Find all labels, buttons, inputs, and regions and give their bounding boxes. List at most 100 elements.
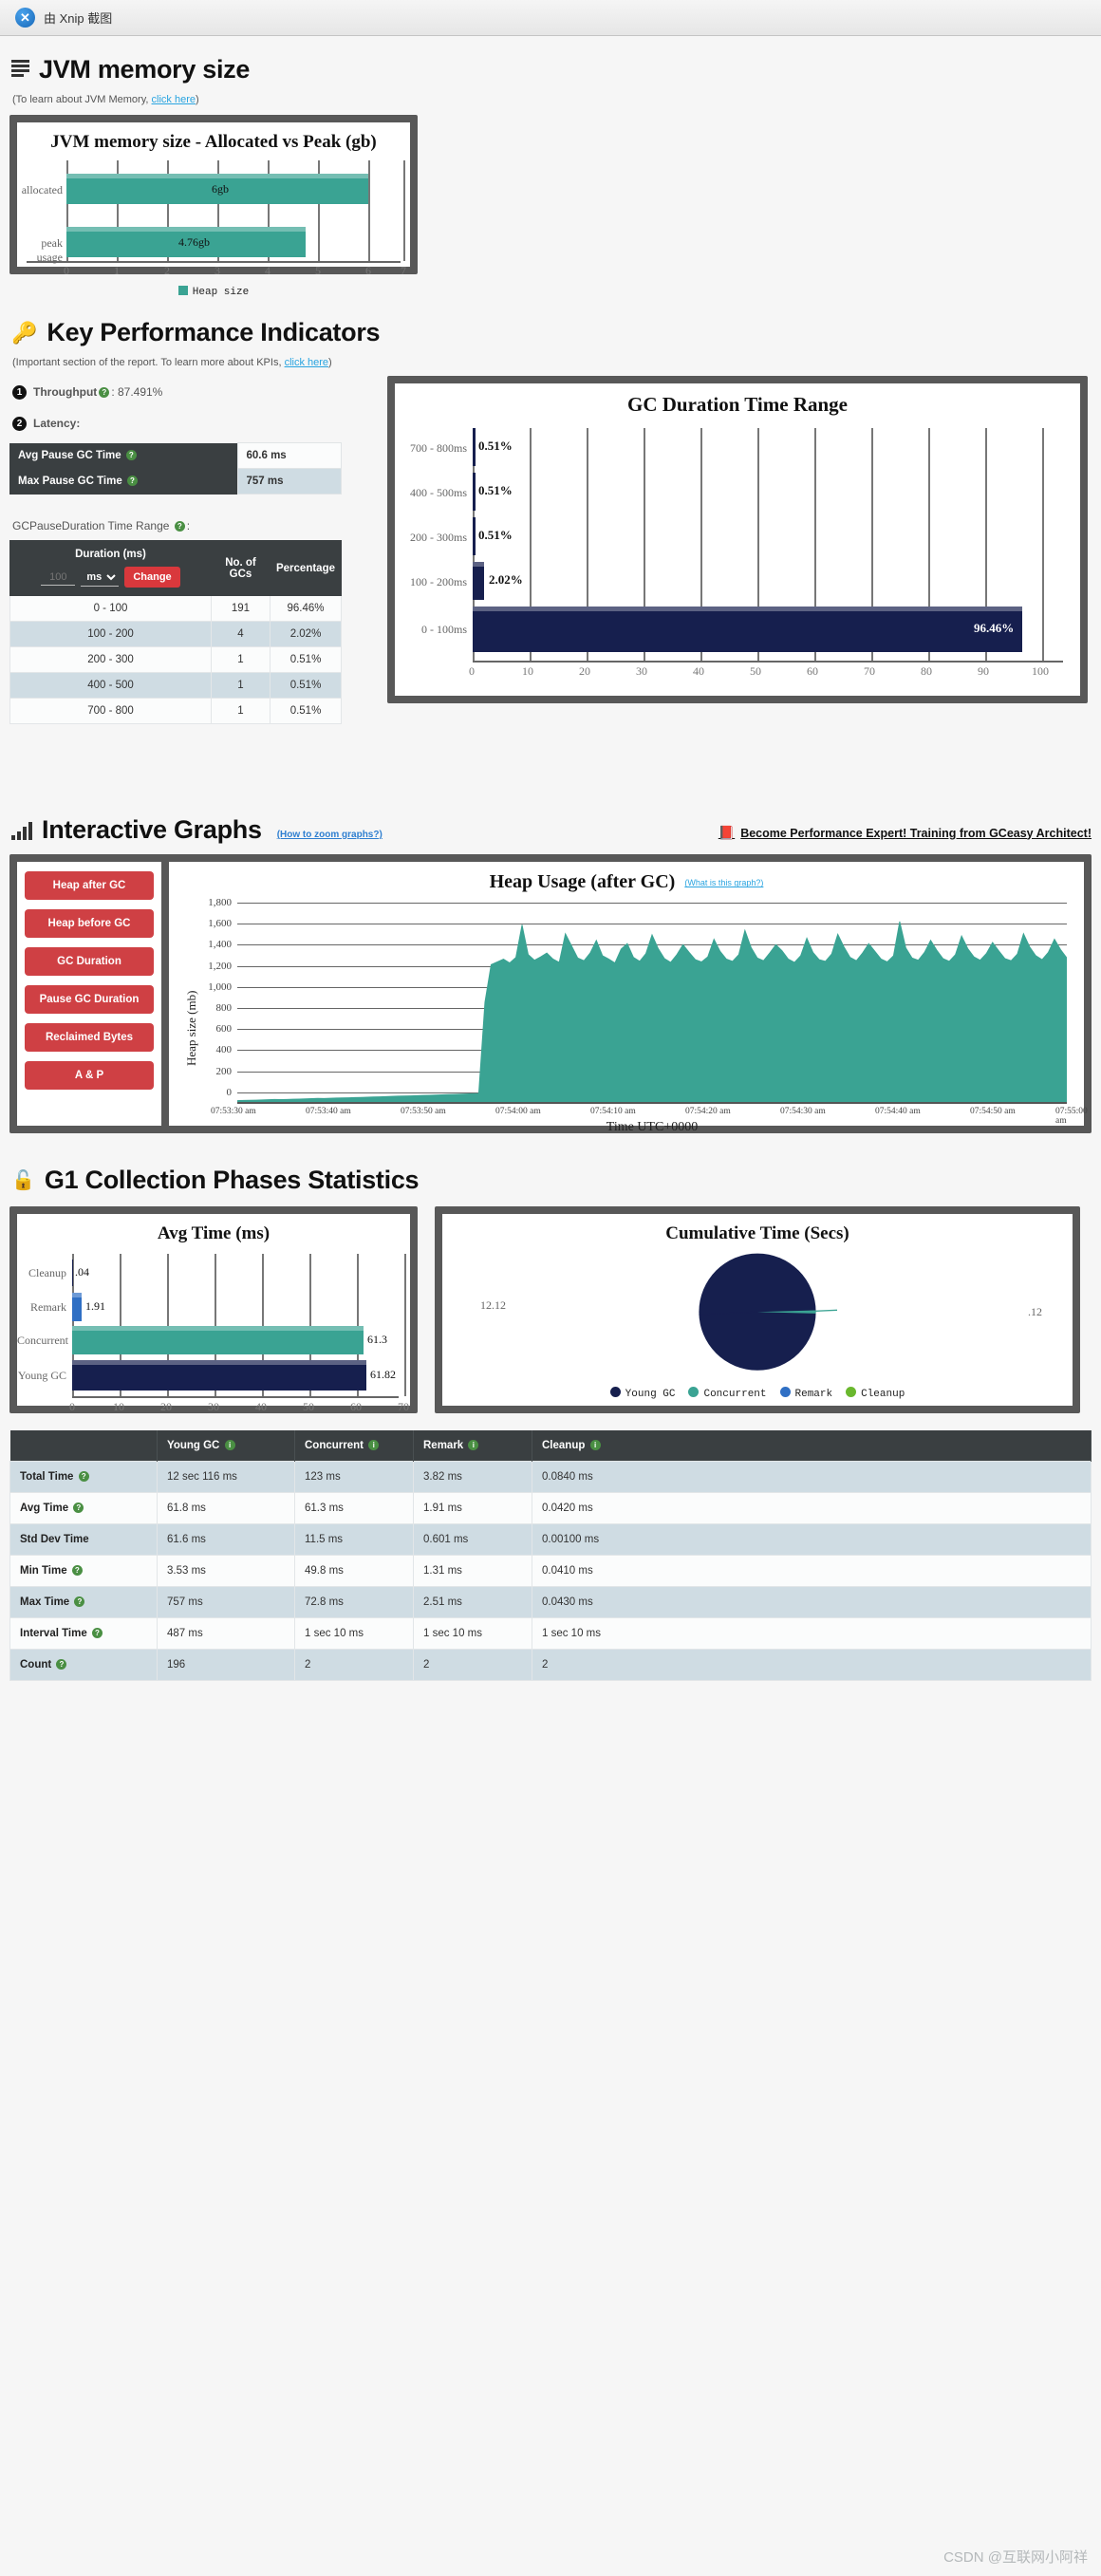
unlock-icon: 🔓 xyxy=(11,1170,35,1191)
max-time-help-icon[interactable]: ? xyxy=(74,1596,85,1607)
bar-400-500 xyxy=(473,473,476,511)
what-is-this-graph-link[interactable]: (What is this graph?) xyxy=(684,878,763,887)
interactive-graphs-heading: Interactive Graphs (How to zoom graphs?) xyxy=(11,815,383,845)
total-time-concurrent: 123 ms xyxy=(294,1461,414,1493)
val-200-300: 0.51% xyxy=(478,528,513,542)
row-std-dev-time-label: Std Dev Time xyxy=(9,1523,158,1556)
max-pause-gc-time-value: 757 ms xyxy=(236,468,342,495)
cat-young-gc: Young GC xyxy=(17,1369,66,1382)
max-time-text: Max Time xyxy=(20,1596,70,1608)
gc-xtick-20: 20 xyxy=(579,664,590,678)
throughput-help-icon[interactable]: ? xyxy=(99,387,110,398)
gc-xtick-70: 70 xyxy=(864,664,875,678)
interactive-graphs-title: Interactive Graphs xyxy=(42,815,262,844)
heap-after-gc-button[interactable]: Heap after GC xyxy=(25,871,154,900)
duration-input[interactable] xyxy=(41,569,76,586)
avg-time-young-gc: 61.8 ms xyxy=(157,1492,295,1524)
bar-young-gc xyxy=(72,1360,366,1391)
gcpause-duration-table: Duration (ms) ms Change No. of GCs Perce… xyxy=(9,540,343,724)
val-concurrent: 61.3 xyxy=(367,1333,387,1346)
min-time-help-icon[interactable]: ? xyxy=(71,1565,83,1576)
gcpd-range-2: 200 - 300 xyxy=(9,646,212,673)
gcpd-help-icon[interactable]: ? xyxy=(174,521,185,532)
a-and-p-button[interactable]: A & P xyxy=(25,1061,154,1090)
jvm-note-prefix: (To learn about JVM Memory, xyxy=(12,94,149,105)
avg-time-concurrent: 61.3 ms xyxy=(294,1492,414,1524)
g1-xtick-60: 60 xyxy=(350,1400,362,1413)
bar-allocated-value: 6gb xyxy=(212,182,229,196)
avg-pause-help-icon[interactable]: ? xyxy=(125,450,137,460)
avg-time-help-icon[interactable]: ? xyxy=(73,1503,84,1513)
table-row: Max Pause GC Time ? 757 ms xyxy=(9,468,342,495)
heap-xtick-8: 07:54:50 am xyxy=(970,1107,1016,1116)
change-button[interactable]: Change xyxy=(124,567,180,588)
total-time-help-icon[interactable]: ? xyxy=(78,1471,89,1482)
interval-time-concurrent: 1 sec 10 ms xyxy=(294,1617,414,1650)
table-row: Interval Time ? 487 ms 1 sec 10 ms 1 sec… xyxy=(9,1617,1092,1650)
duration-unit-select[interactable]: ms xyxy=(81,568,120,587)
legend-label-concurrent: Concurrent xyxy=(703,1389,767,1400)
col-duration-label: Duration (ms) xyxy=(75,549,146,560)
jvm-note-suffix: ) xyxy=(196,94,199,105)
xtick-4: 4 xyxy=(265,264,271,277)
legend-dot-young-gc xyxy=(609,1387,621,1397)
pie-label-young-gc: 12.12 xyxy=(480,1298,506,1312)
heap-xtick-1: 07:53:40 am xyxy=(306,1107,351,1116)
gcpd-label-suffix: : xyxy=(186,519,191,532)
gc-duration-button[interactable]: GC Duration xyxy=(25,947,154,976)
gcpd-count-4: 1 xyxy=(210,698,271,724)
max-pause-help-icon[interactable]: ? xyxy=(126,476,138,486)
gcpd-label: GCPauseDuration Time Range ?: xyxy=(12,519,370,532)
col-cleanup: Cleanup i xyxy=(532,1430,1092,1462)
kpi-badge-1: 1 xyxy=(12,385,27,400)
interactive-graphs-panel: Heap after GC Heap before GC GC Duration… xyxy=(9,854,1092,1134)
concurrent-info-icon[interactable]: i xyxy=(368,1440,380,1450)
gc-xtick-90: 90 xyxy=(978,664,989,678)
g1-xtick-20: 20 xyxy=(160,1400,172,1413)
heap-usage-y-axis-title: Heap size (mb) xyxy=(184,990,198,1066)
jvm-memory-learn-link[interactable]: click here xyxy=(152,94,196,105)
col-young-gc: Young GC i xyxy=(157,1430,295,1462)
kpi-learn-link[interactable]: click here xyxy=(285,357,328,368)
interval-time-help-icon[interactable]: ? xyxy=(91,1628,103,1638)
kpi-note: (Important section of the report. To lea… xyxy=(12,357,1092,368)
legend-dot-concurrent xyxy=(688,1387,700,1397)
count-help-icon[interactable]: ? xyxy=(56,1659,67,1670)
g1-xtick-70: 70 xyxy=(398,1400,409,1413)
xnip-logo-icon: ✕ xyxy=(15,8,35,28)
bar-chart-icon xyxy=(11,821,32,840)
g1-avg-time-plot: Cleanup .04 Remark 1.91 Concurrent 61.3 … xyxy=(17,1254,406,1396)
cat-remark: Remark xyxy=(30,1300,66,1314)
gcpd-range-0: 0 - 100 xyxy=(9,595,212,622)
g1-xtick-30: 30 xyxy=(208,1400,219,1413)
heap-before-gc-button[interactable]: Heap before GC xyxy=(25,909,154,938)
col-concurrent: Concurrent i xyxy=(294,1430,414,1462)
ytick-0: 0 xyxy=(226,1086,233,1098)
latency-label: Latency: xyxy=(33,417,81,430)
gcpd-pct-3: 0.51% xyxy=(269,672,343,699)
bar-700-800 xyxy=(473,428,476,466)
reclaimed-bytes-button[interactable]: Reclaimed Bytes xyxy=(25,1023,154,1052)
ytick-200: 200 xyxy=(215,1065,233,1077)
avg-pause-gc-time-label: Avg Pause GC Time ? xyxy=(9,442,237,469)
val-remark: 1.91 xyxy=(85,1299,105,1313)
pause-gc-duration-button[interactable]: Pause GC Duration xyxy=(25,985,154,1014)
gcpd-count-0: 191 xyxy=(210,595,271,622)
gc-xtick-30: 30 xyxy=(636,664,647,678)
legend-label-remark: Remark xyxy=(794,1389,833,1400)
legend-item-concurrent: Concurrent xyxy=(688,1387,767,1400)
remark-info-icon[interactable]: i xyxy=(468,1440,479,1450)
cleanup-info-icon[interactable]: i xyxy=(589,1440,601,1450)
bar-allocated-label: allocated xyxy=(21,183,63,196)
how-to-zoom-link[interactable]: (How to zoom graphs?) xyxy=(277,830,383,840)
avg-time-cleanup: 0.0420 ms xyxy=(532,1492,1092,1524)
pie-label-concurrent: .12 xyxy=(1028,1305,1042,1318)
gcpd-pct-4: 0.51% xyxy=(269,698,343,724)
bar-100-200 xyxy=(473,562,484,600)
heap-xtick-0: 07:53:30 am xyxy=(211,1107,256,1116)
count-concurrent: 2 xyxy=(294,1649,414,1681)
young-gc-info-icon[interactable]: i xyxy=(224,1440,235,1450)
val-cleanup: .04 xyxy=(75,1265,89,1279)
col-percentage: Percentage xyxy=(269,540,343,596)
training-promo-link[interactable]: 📕 Become Performance Expert! Training fr… xyxy=(718,825,1092,841)
